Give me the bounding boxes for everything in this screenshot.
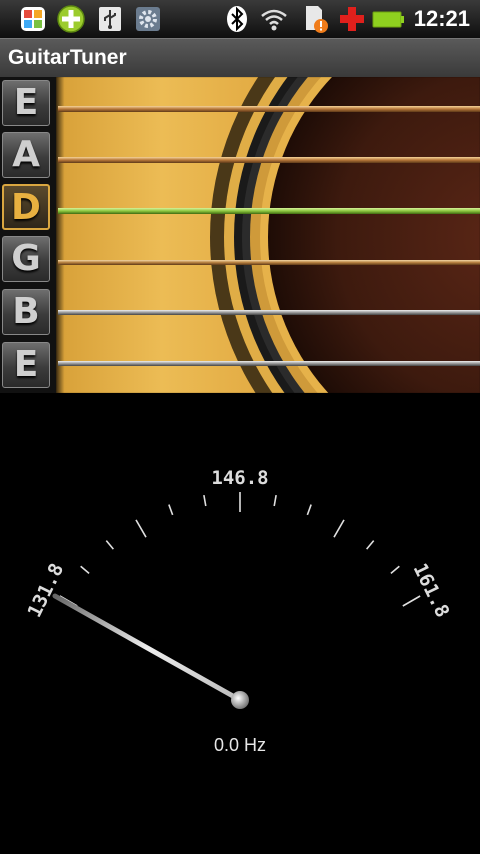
wifi-icon (261, 9, 287, 31)
guitar-string-g (58, 260, 480, 265)
note-button-b[interactable]: B (2, 289, 50, 335)
guitar-string-b (58, 310, 480, 315)
dial-max-label: 161.8 (409, 560, 454, 621)
dial-tick (402, 595, 421, 607)
multicolor-app-icon (21, 7, 45, 31)
dial-ticks (59, 492, 421, 607)
note-button-d[interactable]: D (2, 184, 50, 230)
note-button-g[interactable]: G (2, 236, 50, 282)
guitar-body-image (55, 77, 480, 393)
dial-tick (333, 519, 345, 538)
dial-tick (390, 565, 400, 574)
dial-tick (366, 540, 375, 550)
usb-icon (99, 7, 121, 31)
dial-tick (203, 495, 207, 507)
bluetooth-icon (227, 6, 247, 32)
note-button-a[interactable]: A (2, 132, 50, 178)
guitar-string-a (58, 157, 480, 163)
tuner-needle (52, 593, 243, 703)
status-bar: 12:21 (0, 0, 480, 38)
status-time: 12:21 (413, 6, 470, 31)
needle-pivot (231, 691, 249, 709)
tuner-dial: 146.8 131.8 161.8 (23, 467, 454, 709)
guitar-string-e-high (58, 361, 480, 366)
settings-gear-icon (136, 7, 160, 31)
note-button-e-high[interactable]: E (2, 342, 50, 388)
frequency-readout: 0.0 Hz (213, 735, 267, 755)
sd-card-alert-icon (306, 6, 328, 33)
guitar-strings-panel: E A D G B E (0, 77, 480, 393)
add-plus-icon (57, 5, 85, 33)
dial-min-label: 131.8 (23, 560, 68, 621)
note-button-e-low[interactable]: E (2, 80, 50, 126)
dial-center-label: 146.8 (211, 467, 268, 489)
battery-icon (372, 11, 404, 28)
guitar-string-d-active (58, 208, 480, 214)
app-title-bar: GuitarTuner (0, 38, 480, 78)
dial-tick (135, 519, 147, 538)
app-title: GuitarTuner (8, 46, 127, 69)
tuner-gauge: 146.8 131.8 161.8 0.0 Hz (0, 394, 480, 854)
dial-tick (105, 540, 114, 550)
red-cross-icon (340, 7, 364, 31)
dial-tick (80, 565, 90, 574)
dial-tick (273, 495, 277, 507)
dial-tick (168, 504, 174, 516)
guitar-string-e-low (58, 106, 480, 112)
dial-tick (306, 504, 312, 516)
